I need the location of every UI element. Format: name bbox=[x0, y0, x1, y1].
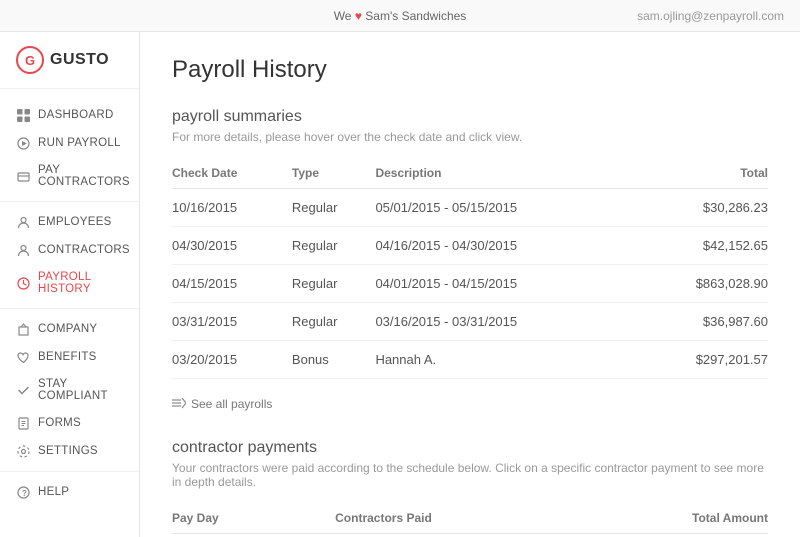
sidebar-item-company[interactable]: Company bbox=[0, 315, 139, 343]
cell-type: Bonus bbox=[292, 341, 376, 379]
dashboard-icon bbox=[16, 108, 30, 122]
sidebar-item-employees-label: Employees bbox=[38, 216, 112, 228]
sidebar-item-run-payroll-label: Run Payroll bbox=[38, 137, 121, 149]
contractor-payments-table: Pay Day Contractors Paid Total Amount 03… bbox=[172, 503, 768, 537]
cell-check-date: 03/31/2015 bbox=[172, 303, 292, 341]
sidebar-item-pay-contractors-label: Pay Contractors bbox=[38, 164, 130, 188]
cell-contractors-paid: Louis Armstrong bbox=[335, 534, 577, 537]
sidebar-item-help[interactable]: ? Help bbox=[0, 478, 139, 506]
divider-3 bbox=[0, 471, 139, 472]
forms-icon bbox=[16, 416, 30, 430]
stay-compliant-icon bbox=[16, 383, 30, 397]
cell-description: Hannah A. bbox=[375, 341, 635, 379]
see-all-label: See all payrolls bbox=[191, 397, 272, 411]
sidebar-item-benefits-label: Benefits bbox=[38, 351, 97, 363]
see-all-payrolls-link[interactable]: See all payrolls bbox=[172, 397, 272, 411]
cell-type: Regular bbox=[292, 303, 376, 341]
settings-icon bbox=[16, 444, 30, 458]
sidebar-item-contractors-label: Contractors bbox=[38, 244, 130, 256]
sidebar-item-stay-compliant[interactable]: Stay Compliant bbox=[0, 371, 139, 409]
run-payroll-icon bbox=[16, 136, 30, 150]
table-row[interactable]: 03/31/2015 Regular 03/16/2015 - 03/31/20… bbox=[172, 303, 768, 341]
sidebar-item-settings-label: Settings bbox=[38, 445, 98, 457]
sidebar-item-company-label: Company bbox=[38, 323, 97, 335]
sidebar-item-dashboard-label: Dashboard bbox=[38, 109, 114, 121]
sidebar-item-pay-contractors[interactable]: Pay Contractors bbox=[0, 157, 139, 195]
topbar-text: We ♥ Sam's Sandwiches bbox=[334, 9, 467, 23]
cell-total-amount: $7,850.00 bbox=[578, 534, 769, 537]
payroll-summaries-section: payroll summaries For more details, plea… bbox=[172, 108, 768, 439]
sidebar-item-payroll-history-label: Payroll History bbox=[38, 271, 123, 295]
svg-text:?: ? bbox=[22, 489, 27, 498]
cell-type: Regular bbox=[292, 227, 376, 265]
table-row[interactable]: 03/20/2015 Bonus Hannah A. $297,201.57 bbox=[172, 341, 768, 379]
pay-contractors-icon bbox=[16, 169, 30, 183]
col-total: Total bbox=[635, 158, 768, 189]
col-description: Description bbox=[375, 158, 635, 189]
payroll-summaries-table: Check Date Type Description Total 10/16/… bbox=[172, 158, 768, 379]
help-icon: ? bbox=[16, 485, 30, 499]
cell-description: 05/01/2015 - 05/15/2015 bbox=[375, 189, 635, 227]
sidebar-item-help-label: Help bbox=[38, 486, 69, 498]
cell-description: 04/01/2015 - 04/15/2015 bbox=[375, 265, 635, 303]
table-row[interactable]: 03/20/2015 Louis Armstrong $7,850.00 bbox=[172, 534, 768, 537]
logo-icon: G bbox=[16, 46, 44, 74]
sidebar-item-benefits[interactable]: Benefits bbox=[0, 343, 139, 371]
sidebar-item-settings[interactable]: Settings bbox=[0, 437, 139, 465]
sidebar-item-contractors[interactable]: Contractors bbox=[0, 236, 139, 264]
contractor-payments-desc: Your contractors were paid according to … bbox=[172, 461, 768, 489]
cell-type: Regular bbox=[292, 265, 376, 303]
logo: G GUSTO bbox=[0, 32, 139, 89]
table-row[interactable]: 04/30/2015 Regular 04/16/2015 - 04/30/20… bbox=[172, 227, 768, 265]
divider-1 bbox=[0, 201, 139, 202]
logo-text: GUSTO bbox=[50, 51, 109, 69]
contractor-payments-title: contractor payments bbox=[172, 439, 768, 457]
cell-check-date: 03/20/2015 bbox=[172, 341, 292, 379]
sidebar: G GUSTO Dashboard bbox=[0, 32, 140, 537]
col-pay-day: Pay Day bbox=[172, 503, 335, 534]
cell-total: $42,152.65 bbox=[635, 227, 768, 265]
contractor-payments-section: contractor payments Your contractors wer… bbox=[172, 439, 768, 537]
col-type: Type bbox=[292, 158, 376, 189]
payroll-summaries-desc: For more details, please hover over the … bbox=[172, 130, 768, 144]
cell-total: $297,201.57 bbox=[635, 341, 768, 379]
cell-check-date: 04/30/2015 bbox=[172, 227, 292, 265]
sidebar-item-dashboard[interactable]: Dashboard bbox=[0, 101, 139, 129]
cell-description: 04/16/2015 - 04/30/2015 bbox=[375, 227, 635, 265]
table-row[interactable]: 10/16/2015 Regular 05/01/2015 - 05/15/20… bbox=[172, 189, 768, 227]
main-content: Payroll History payroll summaries For mo… bbox=[140, 32, 800, 537]
topbar: We ♥ Sam's Sandwiches sam.ojling@zenpayr… bbox=[0, 0, 800, 32]
cell-type: Regular bbox=[292, 189, 376, 227]
sidebar-nav: Dashboard Run Payroll bbox=[0, 97, 139, 510]
col-total-amount: Total Amount bbox=[578, 503, 769, 534]
contractors-icon bbox=[16, 243, 30, 257]
cell-pay-day: 03/20/2015 bbox=[172, 534, 335, 537]
col-check-date: Check Date bbox=[172, 158, 292, 189]
sidebar-item-forms[interactable]: Forms bbox=[0, 409, 139, 437]
cell-total: $36,987.60 bbox=[635, 303, 768, 341]
payroll-history-icon bbox=[16, 276, 30, 290]
cell-total: $30,286.23 bbox=[635, 189, 768, 227]
sidebar-item-employees[interactable]: Employees bbox=[0, 208, 139, 236]
employees-icon bbox=[16, 215, 30, 229]
benefits-icon bbox=[16, 350, 30, 364]
sidebar-item-payroll-history[interactable]: Payroll History bbox=[0, 264, 139, 302]
payroll-summaries-title: payroll summaries bbox=[172, 108, 768, 126]
sidebar-item-run-payroll[interactable]: Run Payroll bbox=[0, 129, 139, 157]
divider-2 bbox=[0, 308, 139, 309]
cell-total: $863,028.90 bbox=[635, 265, 768, 303]
user-email: sam.ojling@zenpayroll.com bbox=[637, 9, 784, 23]
see-all-icon bbox=[172, 398, 186, 410]
page-title: Payroll History bbox=[172, 56, 768, 84]
cell-check-date: 04/15/2015 bbox=[172, 265, 292, 303]
col-contractors-paid: Contractors Paid bbox=[335, 503, 577, 534]
sidebar-item-forms-label: Forms bbox=[38, 417, 81, 429]
cell-description: 03/16/2015 - 03/31/2015 bbox=[375, 303, 635, 341]
cell-check-date: 10/16/2015 bbox=[172, 189, 292, 227]
sidebar-item-stay-compliant-label: Stay Compliant bbox=[38, 378, 123, 402]
company-icon bbox=[16, 322, 30, 336]
heart-icon: ♥ bbox=[355, 9, 362, 23]
table-row[interactable]: 04/15/2015 Regular 04/01/2015 - 04/15/20… bbox=[172, 265, 768, 303]
